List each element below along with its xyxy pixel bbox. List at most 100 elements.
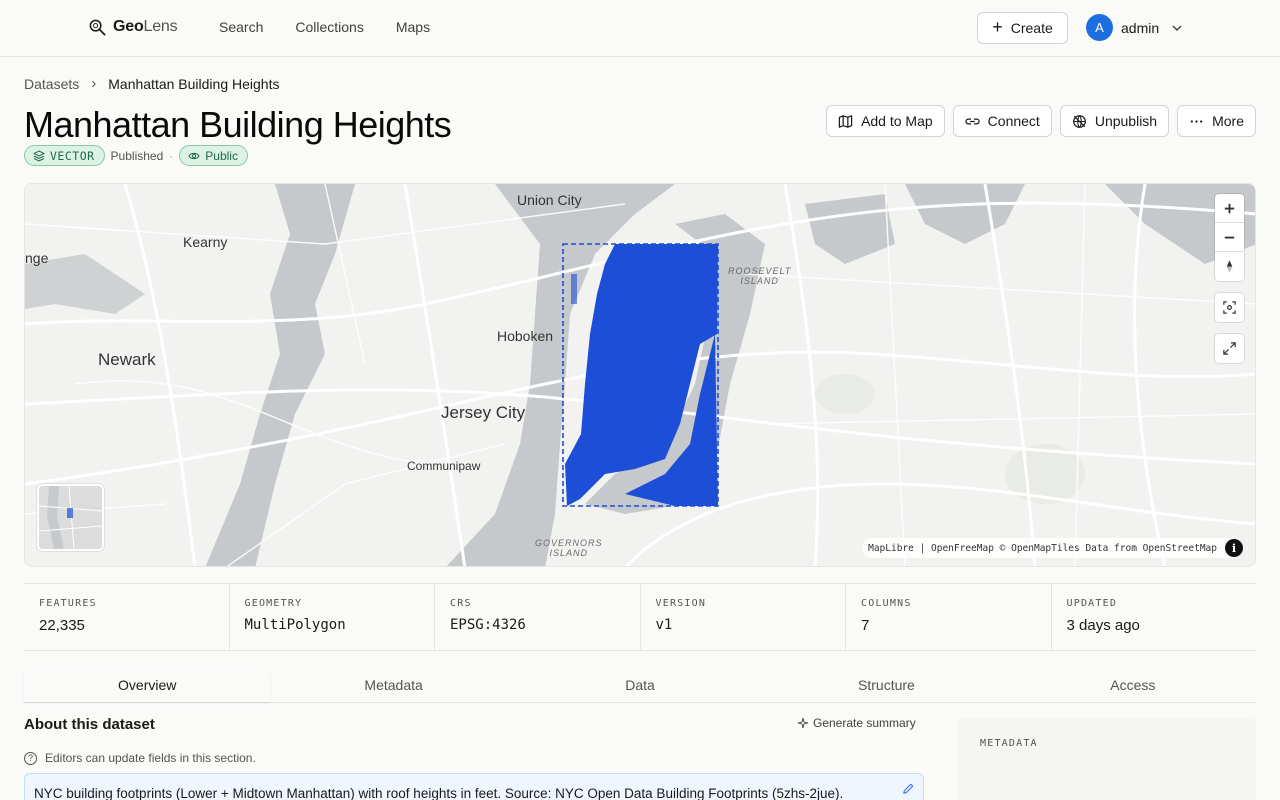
map-label-jersey-city: Jersey City bbox=[441, 403, 526, 422]
roosevelt-line-1: ROOSEVELT bbox=[728, 266, 792, 276]
stat-features: FEATURES 22,335 bbox=[24, 584, 230, 650]
eye-icon bbox=[188, 152, 200, 159]
dataset-tabs: Overview Metadata Data Structure Access bbox=[24, 669, 1256, 703]
expand-icon bbox=[1223, 342, 1236, 355]
logo[interactable]: GeoLens bbox=[88, 15, 178, 39]
dataset-badges: VECTOR Published · Public bbox=[24, 145, 248, 166]
nav-link-collections[interactable]: Collections bbox=[295, 19, 363, 35]
info-icon[interactable]: i bbox=[1225, 539, 1243, 557]
fullscreen-control bbox=[1215, 334, 1244, 363]
stat-columns: COLUMNS 7 bbox=[846, 584, 1052, 650]
minimap[interactable] bbox=[37, 484, 104, 551]
tab-data[interactable]: Data bbox=[517, 669, 763, 702]
reset-north-button[interactable] bbox=[1215, 252, 1244, 281]
map-label-kearny: Kearny bbox=[183, 234, 228, 250]
stat-value: v1 bbox=[655, 617, 673, 633]
map-controls bbox=[1215, 194, 1244, 363]
dataset-stats: FEATURES 22,335 GEOMETRY MultiPolygon CR… bbox=[24, 583, 1256, 651]
add-to-map-button[interactable]: Add to Map bbox=[826, 105, 945, 137]
zoom-in-button[interactable] bbox=[1215, 194, 1244, 223]
stat-updated: UPDATED 3 days ago bbox=[1052, 584, 1257, 650]
user-menu[interactable]: A admin bbox=[1086, 14, 1183, 41]
unpublish-button[interactable]: Unpublish bbox=[1059, 105, 1170, 137]
breadcrumb: Datasets › Manhattan Building Heights bbox=[24, 75, 279, 92]
logo-icon bbox=[89, 19, 106, 36]
map-preview[interactable]: Union City Kearny nge Newark Hoboken Jer… bbox=[24, 183, 1256, 567]
map-label-governors-island: GOVERNORS ISLAND bbox=[535, 538, 603, 558]
chevron-down-icon bbox=[1172, 25, 1182, 31]
plus-icon bbox=[1224, 203, 1235, 213]
tab-overview[interactable]: Overview bbox=[24, 669, 271, 702]
editors-note: ? Editors can update fields in this sect… bbox=[24, 751, 256, 765]
stat-label: VERSION bbox=[655, 598, 707, 609]
tab-metadata[interactable]: Metadata bbox=[270, 669, 516, 702]
description-field[interactable]: NYC building footprints (Lower + Midtown… bbox=[24, 773, 924, 800]
metadata-panel-label: METADATA bbox=[980, 738, 1038, 749]
map-label-orange: nge bbox=[25, 250, 49, 266]
generate-summary-button[interactable]: Generate summary bbox=[797, 716, 916, 730]
add-to-map-label: Add to Map bbox=[861, 113, 933, 129]
fit-bounds-button[interactable] bbox=[1215, 293, 1244, 322]
type-badge-label: VECTOR bbox=[50, 148, 95, 163]
roosevelt-line-2: ISLAND bbox=[740, 276, 779, 286]
top-navigation: GeoLens Search Collections Maps + Create… bbox=[0, 0, 1280, 57]
nav-link-search[interactable]: Search bbox=[219, 19, 263, 35]
map-label-hoboken: Hoboken bbox=[497, 328, 554, 344]
tab-access[interactable]: Access bbox=[1010, 669, 1256, 702]
zoom-out-button[interactable] bbox=[1215, 223, 1244, 252]
visibility-badge-label: Public bbox=[205, 148, 238, 163]
breadcrumb-current: Manhattan Building Heights bbox=[108, 75, 280, 92]
nav-link-maps[interactable]: Maps bbox=[396, 19, 430, 35]
stat-label: FEATURES bbox=[39, 598, 97, 609]
pencil-icon[interactable] bbox=[902, 782, 915, 795]
map-label-union-city: Union City bbox=[517, 192, 582, 208]
breadcrumb-datasets[interactable]: Datasets bbox=[24, 76, 79, 92]
sparkles-icon bbox=[797, 717, 809, 729]
globe-off-icon bbox=[1072, 114, 1086, 128]
create-button-label: Create bbox=[1010, 20, 1053, 36]
type-badge: VECTOR bbox=[24, 145, 105, 166]
more-horizontal-icon bbox=[1190, 119, 1203, 123]
generate-summary-label: Generate summary bbox=[813, 716, 916, 730]
stat-crs: CRS EPSG:4326 bbox=[435, 584, 641, 650]
stat-value: 3 days ago bbox=[1066, 617, 1140, 634]
focus-icon bbox=[1223, 301, 1236, 314]
more-button[interactable]: More bbox=[1177, 105, 1256, 137]
dataset-actions: Add to Map Connect Unpublish More bbox=[826, 105, 1256, 137]
stat-value: 7 bbox=[861, 617, 870, 634]
about-section-title: About this dataset bbox=[24, 716, 155, 733]
stat-label: UPDATED bbox=[1066, 598, 1118, 609]
tab-structure[interactable]: Structure bbox=[763, 669, 1009, 702]
stat-value: EPSG:4326 bbox=[450, 617, 526, 633]
stat-label: GEOMETRY bbox=[244, 598, 303, 609]
stat-version: VERSION v1 bbox=[641, 584, 846, 650]
logo-text-bold: Geo bbox=[113, 18, 144, 35]
create-button[interactable]: + Create bbox=[977, 12, 1068, 44]
stat-geometry: GEOMETRY MultiPolygon bbox=[230, 584, 435, 650]
minimap-canvas bbox=[39, 486, 102, 549]
stat-value: MultiPolygon bbox=[244, 617, 346, 633]
attribution-text: MapLibre | OpenFreeMap © OpenMapTiles Da… bbox=[868, 542, 1217, 554]
avatar: A bbox=[1086, 14, 1113, 41]
connect-button[interactable]: Connect bbox=[952, 105, 1052, 137]
stat-label: CRS bbox=[450, 598, 472, 609]
governors-line-1: GOVERNORS bbox=[535, 538, 603, 548]
unpublish-label: Unpublish bbox=[1094, 113, 1158, 129]
more-label: More bbox=[1212, 113, 1244, 129]
stat-label: COLUMNS bbox=[861, 598, 912, 609]
fullscreen-button[interactable] bbox=[1215, 334, 1244, 363]
plus-icon: + bbox=[992, 17, 1003, 37]
page-title: Manhattan Building Heights bbox=[24, 104, 452, 145]
map-attribution: MapLibre | OpenFreeMap © OpenMapTiles Da… bbox=[862, 538, 1243, 558]
logo-text-light: Lens bbox=[143, 18, 178, 35]
map-label-roosevelt-island: ROOSEVELT ISLAND bbox=[728, 266, 791, 286]
minus-icon bbox=[1224, 236, 1235, 238]
governors-line-2: ISLAND bbox=[549, 548, 589, 558]
map-label-communipaw: Communipaw bbox=[407, 459, 481, 473]
main-nav: Search Collections Maps bbox=[219, 19, 430, 35]
connect-label: Connect bbox=[987, 113, 1040, 129]
separator-dot: · bbox=[169, 148, 174, 163]
zoom-controls bbox=[1215, 194, 1244, 281]
status-text: Published bbox=[110, 148, 164, 163]
layers-icon bbox=[33, 149, 45, 162]
